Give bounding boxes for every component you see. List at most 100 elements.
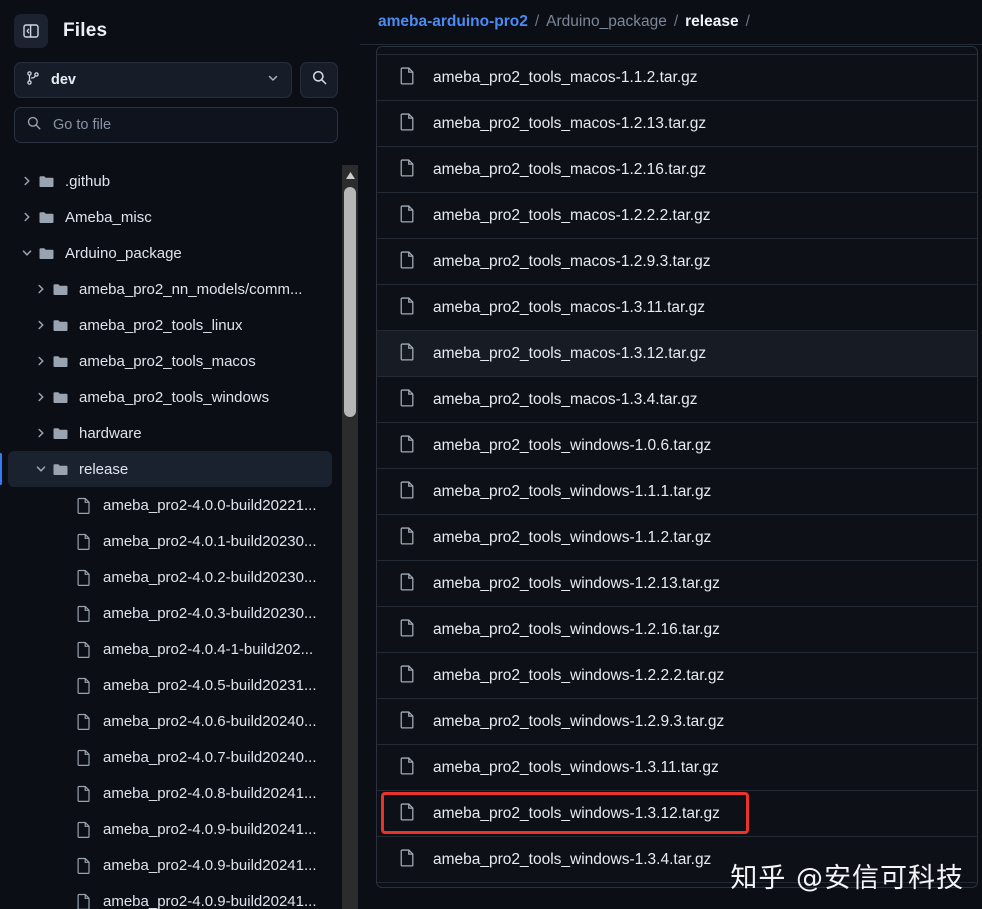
- tree-file-item[interactable]: ameba_pro2-4.0.9-build20241...: [8, 883, 332, 909]
- file-row[interactable]: ameba_pro2_tools_macos-1.3.12.tar.gz: [377, 331, 977, 377]
- file-row[interactable]: ameba_pro2_tools_windows-1.2.9.3.tar.gz: [377, 699, 977, 745]
- file-name: ameba_pro2_tools_windows-1.3.11.tar.gz: [433, 758, 719, 776]
- tree-file-item[interactable]: ameba_pro2-4.0.8-build20241...: [8, 775, 332, 811]
- file-icon: [399, 710, 416, 734]
- file-row[interactable]: ameba_pro2_tools_macos-1.2.9.3.tar.gz: [377, 239, 977, 285]
- file-row[interactable]: ameba_pro2_tools_windows-1.3.12.tar.gz: [377, 791, 977, 837]
- tree-file-item[interactable]: ameba_pro2-4.0.4-1-build202...: [8, 631, 332, 667]
- file-row[interactable]: ameba_pro2_tools_windows-1.2.2.2.tar.gz: [377, 653, 977, 699]
- file-row[interactable]: ameba_pro2_tools_macos-1.2.16.tar.gz: [377, 147, 977, 193]
- chevron-right-icon[interactable]: [30, 391, 52, 403]
- chevron-right-icon[interactable]: [16, 175, 38, 187]
- file-row[interactable]: ameba_pro2_tools_windows-1.2.16.tar.gz: [377, 607, 977, 653]
- file-row[interactable]: ameba_pro2_tools_windows-1.3.11.tar.gz: [377, 745, 977, 791]
- tree-file-item[interactable]: ameba_pro2-4.0.0-build20221...: [8, 487, 332, 523]
- file-icon: [399, 526, 416, 550]
- tree-file-item[interactable]: ameba_pro2-4.0.1-build20230...: [8, 523, 332, 559]
- search-icon: [26, 115, 42, 136]
- chevron-down-icon: [267, 71, 279, 89]
- file-tree: .github Ameba_misc Arduino_package ameba_pr…: [0, 163, 360, 909]
- file-icon: [76, 677, 94, 694]
- breadcrumb-folder[interactable]: Arduino_package: [546, 13, 667, 31]
- file-name: ameba_pro2_tools_macos-1.2.2.2.tar.gz: [433, 206, 711, 224]
- file-name: ameba_pro2_tools_windows-1.0.6.tar.gz: [433, 436, 712, 454]
- chevron-right-icon[interactable]: [16, 211, 38, 223]
- tree-file-item[interactable]: ameba_pro2-4.0.9-build20241...: [8, 811, 332, 847]
- file-icon: [399, 388, 416, 412]
- tree-file-item[interactable]: ameba_pro2-4.0.2-build20230...: [8, 559, 332, 595]
- folder-icon: [52, 353, 70, 370]
- file-icon: [76, 497, 94, 514]
- chevron-right-icon[interactable]: [30, 319, 52, 331]
- file-name: ameba_pro2_tools_windows-1.2.16.tar.gz: [433, 620, 720, 638]
- folder-icon: [38, 209, 56, 226]
- breadcrumb-separator: /: [534, 13, 540, 30]
- file-name: ameba_pro2_tools_windows-1.1.2.tar.gz: [433, 528, 712, 546]
- file-name: ameba_pro2_tools_macos-1.3.12.tar.gz: [433, 344, 707, 362]
- file-icon: [76, 641, 94, 658]
- file-icon: [76, 749, 94, 766]
- folder-icon: [52, 389, 70, 406]
- tree-item-label: release: [79, 460, 129, 478]
- file-icon: [76, 785, 94, 802]
- chevron-right-icon[interactable]: [30, 355, 52, 367]
- file-icon: [399, 112, 416, 136]
- file-icon: [76, 713, 94, 730]
- tree-item-label: ameba_pro2-4.0.8-build20241...: [103, 784, 317, 802]
- file-icon: [399, 618, 416, 642]
- git-branch-icon: [25, 70, 41, 91]
- file-row[interactable]: ameba_pro2_tools_macos-1.3.11.tar.gz: [377, 285, 977, 331]
- branch-selector[interactable]: dev: [14, 62, 292, 98]
- tree-folder-item[interactable]: release: [0, 451, 332, 487]
- breadcrumb-repo[interactable]: ameba-arduino-pro2: [378, 13, 528, 31]
- tree-item-label: ameba_pro2_nn_models/comm...: [79, 280, 303, 298]
- chevron-right-icon[interactable]: [30, 283, 52, 295]
- panel-toggle-icon[interactable]: [14, 14, 48, 48]
- file-name: ameba_pro2_tools_windows-1.3.12.tar.gz: [433, 804, 720, 822]
- breadcrumb-separator: /: [673, 13, 679, 30]
- chevron-down-icon[interactable]: [30, 463, 52, 475]
- file-row[interactable]: ameba_pro2_tools_macos-1.2.2.2.tar.gz: [377, 193, 977, 239]
- file-icon: [399, 296, 416, 320]
- folder-icon: [52, 461, 70, 478]
- file-row[interactable]: ameba_pro2_tools_macos-1.3.4.tar.gz: [377, 377, 977, 423]
- file-row[interactable]: ameba_pro2_tools_windows-1.0.6.tar.gz: [377, 423, 977, 469]
- sidebar-scrollbar[interactable]: [342, 165, 358, 909]
- chevron-up-icon[interactable]: [342, 167, 358, 183]
- tree-folder-item[interactable]: Arduino_package: [8, 235, 332, 271]
- scrollbar-thumb[interactable]: [344, 187, 356, 417]
- chevron-right-icon[interactable]: [30, 427, 52, 439]
- file-name: ameba_pro2_tools_macos-1.2.9.3.tar.gz: [433, 252, 711, 270]
- tree-folder-item[interactable]: ameba_pro2_tools_macos: [8, 343, 332, 379]
- chevron-down-icon[interactable]: [16, 247, 38, 259]
- branch-row: dev: [0, 62, 360, 98]
- tree-folder-item[interactable]: hardware: [8, 415, 332, 451]
- go-to-file-box[interactable]: [14, 107, 338, 143]
- tree-file-item[interactable]: ameba_pro2-4.0.5-build20231...: [8, 667, 332, 703]
- tree-file-item[interactable]: ameba_pro2-4.0.9-build20241...: [8, 847, 332, 883]
- file-row[interactable]: ameba_pro2_tools_windows-1.1.2.tar.gz: [377, 515, 977, 561]
- search-input[interactable]: [53, 117, 326, 133]
- file-icon: [76, 857, 94, 874]
- tree-folder-item[interactable]: Ameba_misc: [8, 199, 332, 235]
- tree-item-label: Ameba_misc: [65, 208, 152, 226]
- tree-file-item[interactable]: ameba_pro2-4.0.7-build20240...: [8, 739, 332, 775]
- file-name: ameba_pro2_tools_windows-1.2.13.tar.gz: [433, 574, 720, 592]
- file-row[interactable]: ameba_pro2_tools_windows-1.1.1.tar.gz: [377, 469, 977, 515]
- tree-folder-item[interactable]: ameba_pro2_tools_windows: [8, 379, 332, 415]
- tree-file-item[interactable]: ameba_pro2-4.0.6-build20240...: [8, 703, 332, 739]
- file-name: ameba_pro2_tools_windows-1.3.4.tar.gz: [433, 850, 712, 868]
- file-name: ameba_pro2_tools_macos-1.1.2.tar.gz: [433, 68, 698, 86]
- file-row[interactable]: ameba_pro2_tools_macos-1.2.13.tar.gz: [377, 101, 977, 147]
- search-icon: [311, 69, 328, 91]
- tree-item-label: Arduino_package: [65, 244, 182, 262]
- tree-item-label: ameba_pro2-4.0.3-build20230...: [103, 604, 317, 622]
- file-row[interactable]: ameba_pro2_tools_macos-1.1.2.tar.gz: [377, 55, 977, 101]
- search-button[interactable]: [300, 62, 338, 98]
- tree-file-item[interactable]: ameba_pro2-4.0.3-build20230...: [8, 595, 332, 631]
- file-icon: [399, 572, 416, 596]
- tree-folder-item[interactable]: .github: [8, 163, 332, 199]
- file-row[interactable]: ameba_pro2_tools_windows-1.2.13.tar.gz: [377, 561, 977, 607]
- tree-folder-item[interactable]: ameba_pro2_nn_models/comm...: [8, 271, 332, 307]
- tree-folder-item[interactable]: ameba_pro2_tools_linux: [8, 307, 332, 343]
